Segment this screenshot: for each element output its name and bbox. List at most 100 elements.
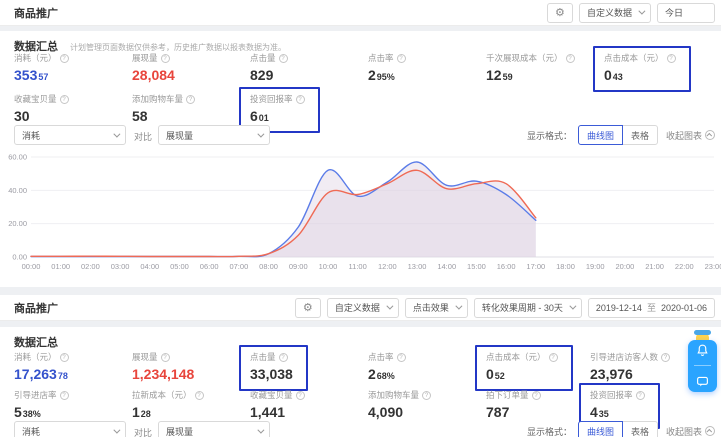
svg-text:03:00: 03:00 <box>111 262 130 271</box>
svg-text:23:00: 23:00 <box>705 262 721 271</box>
chat-icon[interactable] <box>696 375 709 388</box>
panel2-titlebar: 商品推广 ⚙ 自定义数据 点击效果 转化效果周期 - 30天 2019-12-1… <box>0 295 721 321</box>
gear-icon[interactable]: ⚙ <box>547 3 573 23</box>
format-table-button[interactable]: 表格 <box>622 421 658 437</box>
collapse-chart-link[interactable]: 收起图表 <box>666 129 715 142</box>
chart-metric2-select[interactable]: 展现量 <box>158 125 270 145</box>
assistant-widget[interactable] <box>688 340 717 392</box>
info-icon[interactable] <box>566 54 575 63</box>
info-icon[interactable] <box>279 353 288 362</box>
metric-card-favorites[interactable]: 收藏宝贝量 1,441 <box>250 389 305 422</box>
svg-text:12:00: 12:00 <box>378 262 397 271</box>
chevron-down-icon <box>455 303 462 310</box>
svg-text:22:00: 22:00 <box>675 262 694 271</box>
info-icon[interactable] <box>279 54 288 63</box>
metric-card-cpm[interactable]: 千次展现成本（元） 1259 <box>486 52 575 85</box>
svg-text:04:00: 04:00 <box>140 262 159 271</box>
bell-icon[interactable] <box>696 344 709 357</box>
chevron-down-icon <box>113 130 120 137</box>
info-icon[interactable] <box>549 353 558 362</box>
metric-card-cost[interactable]: 消耗（元） 17,26378 <box>14 351 69 384</box>
metric-card-ctr[interactable]: 点击率 268% <box>368 351 406 384</box>
date-preset-selector[interactable]: 今日 <box>657 3 715 23</box>
metric-card-add-to-cart[interactable]: 添加购物车量 4,090 <box>368 389 431 422</box>
chevron-down-icon <box>386 303 393 310</box>
effect-type-dropdown[interactable]: 点击效果 <box>405 298 468 318</box>
line-chart[interactable]: 0.0020.0040.0060.0000:0001:0002:0003:000… <box>0 149 721 284</box>
chart-metric1-select[interactable]: 消耗 <box>14 125 126 145</box>
panel2-chart-controls: 消耗 对比 展现量 显示格式： 曲线图 表格 收起图表 <box>0 421 721 437</box>
info-icon[interactable] <box>397 54 406 63</box>
svg-text:06:00: 06:00 <box>200 262 219 271</box>
info-icon[interactable] <box>397 353 406 362</box>
metric-card-impressions[interactable]: 展现量 1,234,148 <box>132 351 194 384</box>
chart-metric2-select[interactable]: 展现量 <box>158 421 270 437</box>
info-icon[interactable] <box>667 54 676 63</box>
info-icon[interactable] <box>296 391 305 400</box>
metric-card-add-to-cart[interactable]: 添加购物车量 58 <box>132 93 195 126</box>
panel1-titlebar: 商品推广 ⚙ 自定义数据 今日 <box>0 0 721 26</box>
chart-metric1-select[interactable]: 消耗 <box>14 421 126 437</box>
svg-text:17:00: 17:00 <box>526 262 545 271</box>
format-curve-button[interactable]: 曲线图 <box>578 421 623 437</box>
info-icon[interactable] <box>532 391 541 400</box>
metric-card-clicks-highlighted[interactable]: 点击量 33,038 <box>239 345 308 391</box>
date-range-picker[interactable]: 2019-12-14 至 2020-01-06 <box>588 298 715 318</box>
svg-text:09:00: 09:00 <box>289 262 308 271</box>
summary-title-2: 数据汇总 <box>14 334 58 350</box>
svg-text:07:00: 07:00 <box>229 262 248 271</box>
format-curve-button[interactable]: 曲线图 <box>578 125 623 145</box>
metric-card-store-entry-rate[interactable]: 引导进店率 538% <box>14 389 69 422</box>
info-icon[interactable] <box>161 353 170 362</box>
vs-label: 对比 <box>134 130 152 143</box>
svg-text:20:00: 20:00 <box>616 262 635 271</box>
svg-text:02:00: 02:00 <box>81 262 100 271</box>
metric-card-ctr[interactable]: 点击率 295% <box>368 52 406 85</box>
date-start: 2019-12-14 <box>596 303 642 313</box>
info-icon[interactable] <box>186 95 195 104</box>
metric-card-cost[interactable]: 消耗（元） 35357 <box>14 52 69 85</box>
svg-text:11:00: 11:00 <box>349 262 367 271</box>
info-icon[interactable] <box>422 391 431 400</box>
info-icon[interactable] <box>60 391 69 400</box>
collapse-chart-link[interactable]: 收起图表 <box>666 425 715 437</box>
page-title-2: 商品推广 <box>14 300 58 316</box>
svg-text:18:00: 18:00 <box>556 262 575 271</box>
metric-card-impressions[interactable]: 展现量 28,084 <box>132 52 175 85</box>
display-format-label: 显示格式： <box>527 129 572 142</box>
conversion-cycle-dropdown[interactable]: 转化效果周期 - 30天 <box>474 298 582 318</box>
info-icon[interactable] <box>60 353 69 362</box>
metric-card-clicks[interactable]: 点击量 829 <box>250 52 288 85</box>
date-preset-label: 今日 <box>665 6 683 19</box>
info-icon[interactable] <box>60 95 69 104</box>
date-separator: 至 <box>647 301 656 314</box>
svg-text:0.00: 0.00 <box>12 253 27 262</box>
chevron-down-icon <box>257 426 264 433</box>
metric-card-guided-visitors[interactable]: 引导进店访客人数 23,976 <box>590 351 670 384</box>
metric-card-orders[interactable]: 拍下订单量 787 <box>486 389 541 422</box>
info-icon[interactable] <box>161 54 170 63</box>
gear-icon[interactable]: ⚙ <box>295 298 321 318</box>
info-icon[interactable] <box>296 95 305 104</box>
svg-text:19:00: 19:00 <box>586 262 605 271</box>
metric-card-cpc-highlighted[interactable]: 点击成本（元） 052 <box>475 345 573 391</box>
info-icon[interactable] <box>60 54 69 63</box>
info-icon[interactable] <box>195 391 204 400</box>
chevron-down-icon <box>638 8 645 15</box>
format-table-button[interactable]: 表格 <box>622 125 658 145</box>
custom-data-dropdown-2[interactable]: 自定义数据 <box>327 298 399 318</box>
svg-text:10:00: 10:00 <box>319 262 338 271</box>
metric-card-new-customer-cost[interactable]: 拉新成本（元） 128 <box>132 389 204 422</box>
svg-text:08:00: 08:00 <box>259 262 278 271</box>
svg-text:40.00: 40.00 <box>8 186 27 195</box>
metric-card-favorites[interactable]: 收藏宝贝量 30 <box>14 93 69 126</box>
metric-card-cpc-highlighted[interactable]: 点击成本（元） 043 <box>593 46 691 92</box>
info-icon[interactable] <box>661 353 670 362</box>
custom-data-dropdown[interactable]: 自定义数据 <box>579 3 651 23</box>
widget-divider <box>694 365 711 366</box>
page-title: 商品推广 <box>14 5 58 21</box>
svg-text:20.00: 20.00 <box>8 219 27 228</box>
info-icon[interactable] <box>636 391 645 400</box>
panel2-body: 数据汇总 消耗（元） 17,26378 展现量 1,234,148 点击量 33… <box>0 327 721 437</box>
svg-text:16:00: 16:00 <box>497 262 516 271</box>
